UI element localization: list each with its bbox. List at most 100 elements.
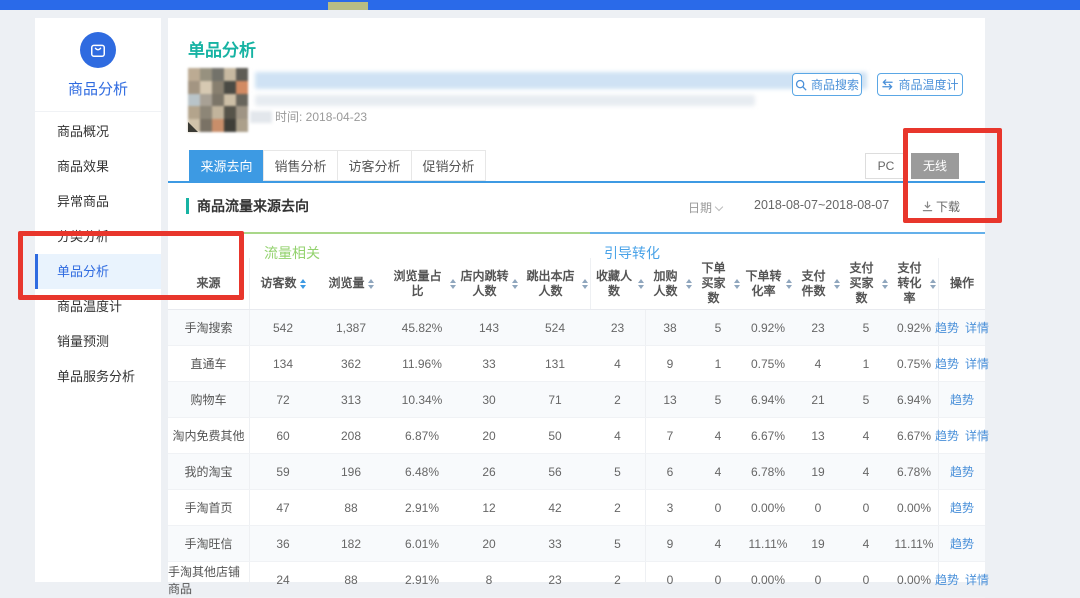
sort-arrows-icon[interactable]: [786, 279, 792, 289]
row-value: 71: [520, 382, 590, 417]
column-header-10[interactable]: 支付件数: [794, 258, 842, 309]
trend-link[interactable]: 趋势: [950, 391, 974, 408]
table-column-header-row: 来源访客数浏览量浏览量占比店内跳转人数跳出本店人数收藏人数加购人数下单买家数下单…: [168, 258, 985, 310]
date-range-value[interactable]: 2018-08-07~2018-08-07: [754, 198, 889, 212]
sort-arrows-icon[interactable]: [450, 279, 456, 289]
table-group-row: 流量相关 引导转化: [168, 232, 985, 258]
sidebar-item-4[interactable]: 单品分析: [35, 254, 161, 289]
sort-arrows-icon[interactable]: [882, 279, 888, 289]
detail-link[interactable]: 详情: [965, 355, 989, 372]
column-header-12[interactable]: 支付转化率: [890, 258, 938, 309]
row-value: 42: [520, 490, 590, 525]
column-header-11[interactable]: 支付买家数: [842, 258, 890, 309]
section-header-row: 商品流量来源去向 日期 2018-08-07~2018-08-07 下载: [168, 183, 985, 232]
trend-link[interactable]: 趋势: [935, 319, 959, 336]
row-source-label: 我的淘宝: [168, 454, 250, 489]
row-value: 88: [316, 562, 386, 597]
row-value: 60: [250, 418, 316, 453]
sort-arrows-icon[interactable]: [582, 279, 588, 289]
sort-arrows-icon[interactable]: [512, 279, 518, 289]
row-value: 23: [794, 310, 842, 345]
row-actions: 趋势: [938, 454, 985, 489]
column-header-0: 来源: [168, 258, 250, 309]
swap-arrows-icon: [881, 79, 894, 90]
row-value: 7: [646, 418, 694, 453]
row-value: 5: [694, 310, 742, 345]
sort-arrows-icon[interactable]: [368, 279, 374, 289]
column-header-6[interactable]: 收藏人数: [590, 258, 646, 309]
sort-arrows-icon[interactable]: [734, 279, 740, 289]
device-toggle-wireless[interactable]: 无线: [911, 153, 959, 179]
column-header-13: 操作: [938, 258, 985, 309]
sort-arrows-icon[interactable]: [300, 279, 306, 289]
row-value: 33: [458, 346, 520, 381]
row-value: 0.00%: [742, 490, 794, 525]
row-value: 6.94%: [742, 382, 794, 417]
sort-arrows-icon[interactable]: [834, 279, 840, 289]
sidebar-menu: 商品概况商品效果异常商品分类分析单品分析商品温度计销量预测单品服务分析: [35, 112, 161, 394]
tab-1[interactable]: 销售分析: [263, 150, 338, 181]
download-button[interactable]: 下载: [922, 198, 960, 215]
sort-arrows-icon[interactable]: [638, 279, 644, 289]
column-header-label: 跳出本店人数: [522, 269, 579, 299]
trend-link[interactable]: 趋势: [935, 355, 959, 372]
main-panel: 单品分析 时间: 2018-04-23 商品搜索 商品温度计 来源去向销售分析访…: [168, 18, 985, 582]
sidebar-item-3[interactable]: 分类分析: [35, 219, 161, 254]
row-actions: 趋势: [938, 526, 985, 561]
column-header-label: 下单转化率: [744, 269, 783, 299]
column-header-2[interactable]: 浏览量: [316, 258, 386, 309]
trend-link[interactable]: 趋势: [935, 571, 959, 588]
product-search-button[interactable]: 商品搜索: [792, 73, 862, 96]
row-value: 6.67%: [890, 418, 938, 453]
tab-0[interactable]: 来源去向: [189, 150, 264, 181]
row-actions: 趋势详情: [938, 562, 985, 597]
row-value: 23: [590, 310, 646, 345]
detail-link[interactable]: 详情: [965, 319, 989, 336]
sidebar-item-2[interactable]: 异常商品: [35, 184, 161, 219]
section-title: 商品流量来源去向: [186, 198, 309, 214]
sidebar-item-6[interactable]: 销量预测: [35, 324, 161, 359]
row-value: 4: [842, 418, 890, 453]
row-value: 0: [794, 562, 842, 597]
sidebar-header: 商品分析: [35, 18, 161, 112]
trend-link[interactable]: 趋势: [950, 535, 974, 552]
row-value: 36: [250, 526, 316, 561]
trend-link[interactable]: 趋势: [950, 499, 974, 516]
row-value: 5: [590, 526, 646, 561]
trend-link[interactable]: 趋势: [950, 463, 974, 480]
column-header-9[interactable]: 下单转化率: [742, 258, 794, 309]
row-value: 2.91%: [386, 562, 458, 597]
tab-2[interactable]: 访客分析: [337, 150, 412, 181]
trend-link[interactable]: 趋势: [935, 427, 959, 444]
sort-arrows-icon[interactable]: [686, 279, 692, 289]
row-value: 182: [316, 526, 386, 561]
row-value: 20: [458, 418, 520, 453]
row-value: 131: [520, 346, 590, 381]
date-dropdown[interactable]: 日期: [688, 199, 722, 216]
column-header-8[interactable]: 下单买家数: [694, 258, 742, 309]
device-toggle-pc[interactable]: PC: [865, 153, 907, 179]
row-value: 9: [646, 346, 694, 381]
row-actions: 趋势详情: [938, 418, 985, 453]
sidebar-item-5[interactable]: 商品温度计: [35, 289, 161, 324]
sidebar: 商品分析 商品概况商品效果异常商品分类分析单品分析商品温度计销量预测单品服务分析: [35, 18, 161, 582]
column-header-1[interactable]: 访客数: [250, 258, 316, 309]
sidebar-item-0[interactable]: 商品概况: [35, 114, 161, 149]
sort-arrows-icon[interactable]: [930, 279, 936, 289]
column-header-5[interactable]: 跳出本店人数: [520, 258, 590, 309]
column-header-3[interactable]: 浏览量占比: [386, 258, 458, 309]
row-value: 26: [458, 454, 520, 489]
column-header-7[interactable]: 加购人数: [646, 258, 694, 309]
detail-link[interactable]: 详情: [965, 427, 989, 444]
column-header-label: 浏览量占比: [388, 269, 447, 299]
tab-3[interactable]: 促销分析: [411, 150, 486, 181]
column-header-4[interactable]: 店内跳转人数: [458, 258, 520, 309]
sidebar-item-1[interactable]: 商品效果: [35, 149, 161, 184]
product-thermometer-button[interactable]: 商品温度计: [877, 73, 963, 96]
detail-link[interactable]: 详情: [965, 571, 989, 588]
row-value: 23: [520, 562, 590, 597]
row-value: 2: [590, 490, 646, 525]
row-value: 88: [316, 490, 386, 525]
product-image-corner-badge: [188, 122, 198, 132]
sidebar-item-7[interactable]: 单品服务分析: [35, 359, 161, 394]
